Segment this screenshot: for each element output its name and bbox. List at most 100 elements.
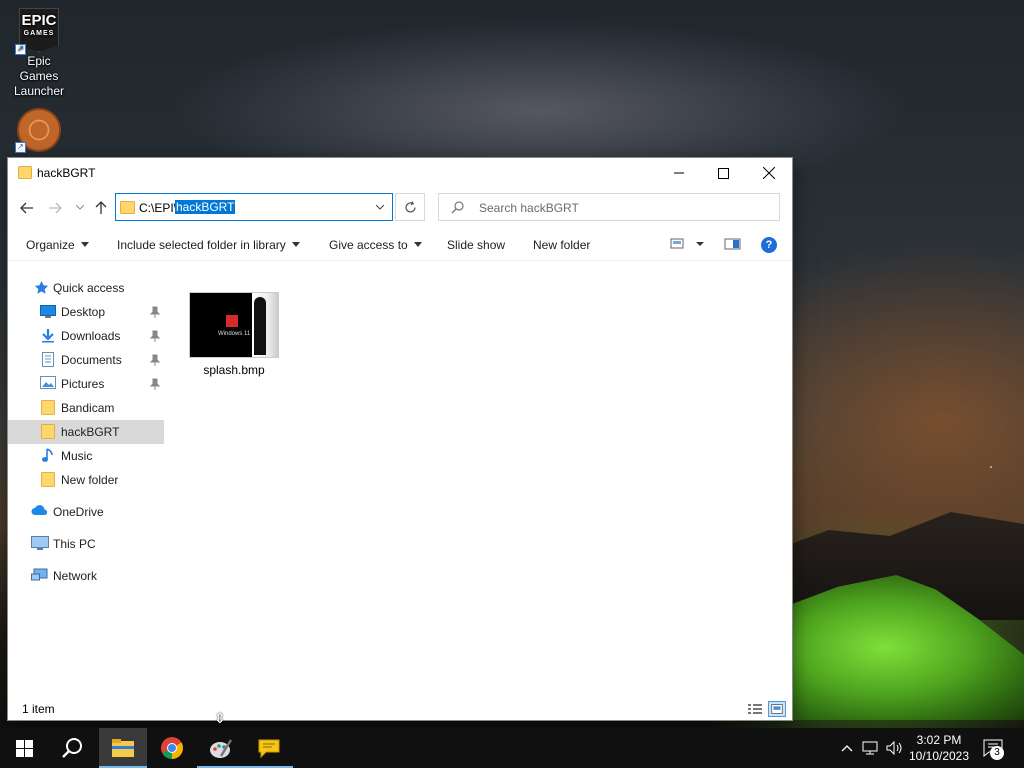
music-icon xyxy=(42,448,53,462)
nav-item-documents[interactable]: Documents xyxy=(8,348,164,372)
file-item-splash-bmp[interactable]: Windows 11 splash.bmp xyxy=(186,292,282,377)
title-bar[interactable]: hackBGRT xyxy=(8,158,792,188)
show-hidden-icons-button[interactable] xyxy=(838,728,856,768)
image-thumbnail: Windows 11 xyxy=(189,292,279,358)
refresh-icon xyxy=(404,200,416,213)
volume-button[interactable] xyxy=(884,728,906,768)
address-path-prefix: C:\EPI\ xyxy=(139,201,178,215)
nav-item-network[interactable]: Network xyxy=(8,564,164,588)
maximize-button[interactable] xyxy=(700,158,746,188)
nav-item-bandicam[interactable]: Bandicam xyxy=(8,396,164,420)
volume-icon xyxy=(886,741,902,755)
file-name: splash.bmp xyxy=(203,363,265,377)
nav-label: OneDrive xyxy=(53,505,104,519)
preview-pane-icon xyxy=(724,238,741,250)
search-box[interactable]: Search hackBGRT xyxy=(438,193,780,221)
nav-label: Desktop xyxy=(61,305,106,319)
thumbnail-text: Windows 11 xyxy=(218,331,251,337)
new-folder-button[interactable]: New folder xyxy=(533,238,590,252)
taskbar-file-explorer[interactable] xyxy=(99,728,147,768)
navigation-pane: Quick access Desktop Downloads Documents… xyxy=(8,276,164,696)
nav-item-music[interactable]: Music xyxy=(8,444,164,468)
taskbar: 3:02 PM 10/10/2023 xyxy=(0,728,1024,768)
search-placeholder: Search hackBGRT xyxy=(479,201,579,215)
desktop-icon-label: Epic Games Launcher xyxy=(13,54,65,98)
taskbar-chrome[interactable] xyxy=(148,728,196,768)
thumbnail-figure xyxy=(252,293,278,357)
large-icons-view-icon[interactable] xyxy=(768,701,786,717)
nav-label: This PC xyxy=(53,537,96,551)
nav-item-pictures[interactable]: Pictures xyxy=(8,372,164,396)
address-bar[interactable]: C:\EPI\ xyxy=(115,193,393,221)
folder-icon xyxy=(18,166,32,179)
up-button[interactable] xyxy=(91,198,111,218)
start-icon xyxy=(15,739,33,757)
file-explorer-window: hackBGRT C:\EPI\ hackBGRT Search hackBGR… xyxy=(8,158,792,720)
search-icon xyxy=(451,201,464,214)
nav-label: New folder xyxy=(61,473,119,487)
document-icon xyxy=(42,352,54,367)
forward-arrow-icon xyxy=(49,202,62,214)
clock-date: 10/10/2023 xyxy=(908,749,970,763)
include-in-library-button[interactable]: Include selected folder in library xyxy=(117,238,300,252)
chevron-down-icon[interactable] xyxy=(374,201,386,213)
slide-show-button[interactable]: Slide show xyxy=(447,238,505,252)
nav-item-downloads[interactable]: Downloads xyxy=(8,324,164,348)
desktop-icon xyxy=(40,305,56,318)
nav-item-onedrive[interactable]: OneDrive xyxy=(8,500,164,524)
close-button[interactable] xyxy=(746,158,792,188)
network-status-button[interactable] xyxy=(860,728,882,768)
minimize-button[interactable] xyxy=(656,158,702,188)
star-icon xyxy=(34,281,49,294)
recent-locations-button[interactable] xyxy=(70,198,90,218)
help-button[interactable]: ? xyxy=(761,237,777,253)
pictures-icon xyxy=(40,376,56,389)
cloud-icon xyxy=(31,505,48,515)
preview-pane-button[interactable] xyxy=(724,238,742,253)
nav-label: Documents xyxy=(61,353,122,367)
clock[interactable]: 3:02 PM 10/10/2023 xyxy=(906,732,972,764)
caret-down-icon xyxy=(291,242,300,247)
details-view-icon[interactable] xyxy=(746,701,764,717)
window-title: hackBGRT xyxy=(37,166,96,180)
nav-item-hackbgrt[interactable]: hackBGRT xyxy=(8,420,164,444)
start-button[interactable] xyxy=(0,728,48,768)
chat-icon xyxy=(258,739,280,759)
refresh-button[interactable] xyxy=(395,193,425,221)
taskbar-chat[interactable] xyxy=(245,728,293,768)
nav-item-desktop[interactable]: Desktop xyxy=(8,300,164,324)
shortcut-arrow-icon: ↗ xyxy=(15,142,26,153)
folder-icon xyxy=(41,472,55,487)
back-button[interactable] xyxy=(17,198,37,218)
nav-label: Quick access xyxy=(53,281,125,295)
nav-item-new-folder[interactable]: New folder xyxy=(8,468,164,492)
give-access-button[interactable]: Give access to xyxy=(329,238,422,252)
taskbar-paint[interactable] xyxy=(197,728,245,768)
download-icon xyxy=(42,329,54,343)
windows-logo-icon xyxy=(226,315,238,327)
pin-icon xyxy=(150,354,160,366)
chevron-down-icon xyxy=(76,205,84,210)
taskbar-search-button[interactable] xyxy=(48,728,96,768)
address-path-selected[interactable]: hackBGRT xyxy=(175,200,236,214)
maximize-icon xyxy=(717,167,729,179)
pin-icon xyxy=(150,330,160,342)
notification-count-badge: 3 xyxy=(990,746,1004,760)
organize-button[interactable]: Organize xyxy=(26,238,89,252)
nav-label: Downloads xyxy=(61,329,121,343)
folder-icon xyxy=(41,424,55,439)
nav-item-this-pc[interactable]: This PC xyxy=(8,532,164,556)
search-icon xyxy=(62,738,82,758)
minimize-icon xyxy=(674,172,684,174)
change-view-button[interactable] xyxy=(670,238,706,253)
nav-label: Pictures xyxy=(61,377,105,391)
close-icon xyxy=(763,167,775,179)
nav-item-quick-access[interactable]: Quick access xyxy=(8,276,164,300)
item-count: 1 item xyxy=(22,702,55,716)
shortcut-arrow-icon: ↗ xyxy=(15,44,26,55)
caret-down-icon xyxy=(413,242,422,247)
desktop-icon-epic-games[interactable]: EPIC GAMES ↗ Epic Games Launcher xyxy=(1,2,77,99)
view-options-icon xyxy=(670,238,704,249)
file-explorer-icon xyxy=(112,739,134,757)
forward-button[interactable] xyxy=(45,198,65,218)
